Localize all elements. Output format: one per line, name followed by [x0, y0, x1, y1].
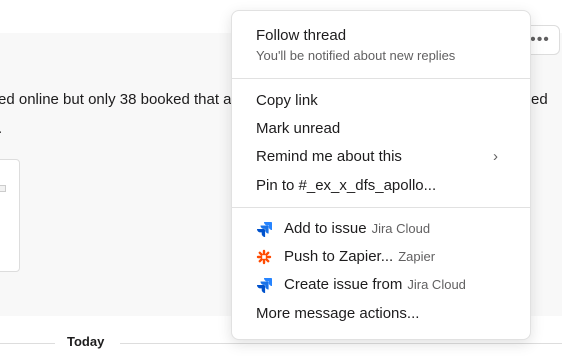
chevron-right-icon: ›: [493, 148, 498, 165]
copy-link-label: Copy link: [256, 92, 318, 109]
menu-item-follow-thread[interactable]: Follow thread: [256, 27, 514, 44]
follow-thread-label: Follow thread: [256, 27, 347, 44]
menu-separator: [232, 78, 530, 79]
message-context-menu: Follow thread You'll be notified about n…: [231, 10, 531, 340]
message-attachment[interactable]: [0, 159, 20, 272]
menu-item-create-issue[interactable]: Create issue from Jira Cloud: [256, 276, 514, 293]
mark-unread-label: Mark unread: [256, 120, 341, 137]
message-text: ed online but only 38 booked that ar: [0, 91, 237, 108]
menu-item-push-to-zapier[interactable]: Push to Zapier... Zapier: [256, 248, 514, 265]
menu-item-copy-link[interactable]: Copy link: [256, 92, 514, 109]
date-divider-label: Today: [67, 334, 105, 349]
message-text-continued: ed: [531, 91, 548, 108]
follow-thread-description: You'll be notified about new replies: [256, 48, 456, 63]
zapier-app-label: Zapier: [398, 249, 436, 264]
attachment-thumbnail-icon: [0, 185, 6, 192]
more-message-actions-label: More message actions...: [256, 305, 420, 322]
message-text-line2: .: [0, 120, 2, 137]
jira-icon: [257, 277, 272, 293]
remind-me-label: Remind me about this: [256, 148, 402, 165]
add-to-issue-label: Add to issue: [284, 220, 367, 237]
menu-item-pin-to-channel[interactable]: Pin to #_ex_x_dfs_apollo...: [256, 177, 514, 194]
jira-cloud-app-label: Jira Cloud: [407, 277, 466, 292]
menu-item-more-message-actions[interactable]: More message actions...: [256, 305, 514, 322]
date-divider-left: [0, 343, 55, 344]
date-divider-right: [120, 343, 562, 344]
jira-icon: [257, 221, 272, 237]
menu-item-add-to-issue[interactable]: Add to issue Jira Cloud: [256, 220, 514, 237]
menu-item-remind-me[interactable]: Remind me about this ›: [256, 148, 514, 165]
create-issue-label: Create issue from: [284, 276, 403, 293]
zapier-icon: [256, 248, 272, 265]
pin-to-label: Pin to #_ex_x_dfs_apollo...: [256, 177, 437, 194]
menu-item-mark-unread[interactable]: Mark unread: [256, 120, 514, 137]
jira-cloud-app-label: Jira Cloud: [371, 221, 431, 236]
menu-separator: [232, 207, 530, 208]
push-to-zapier-label: Push to Zapier...: [284, 248, 394, 265]
